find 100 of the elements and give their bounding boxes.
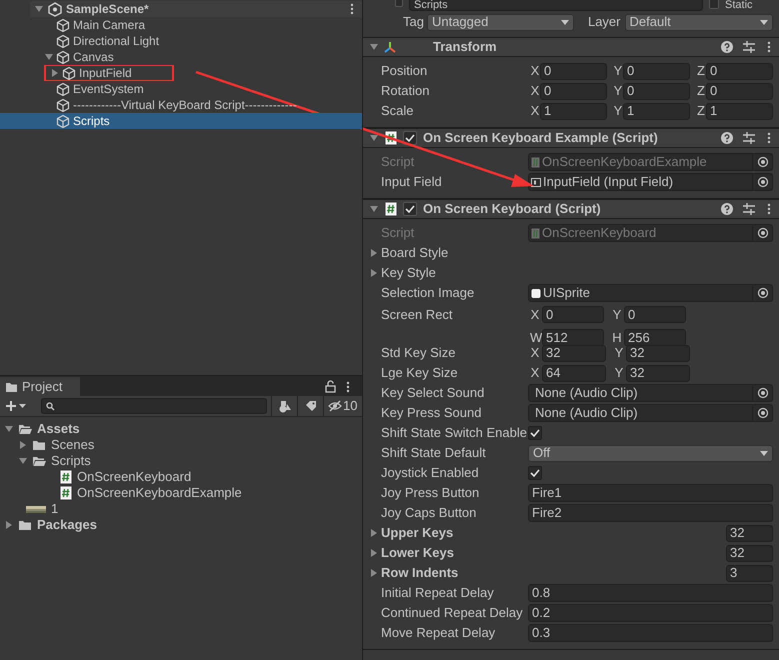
axis-label: Y xyxy=(613,82,623,100)
object-field[interactable]: InputField (Input Field) xyxy=(528,173,773,191)
cube-icon xyxy=(56,18,70,32)
object-field[interactable]: UISprite xyxy=(528,284,773,302)
number-field[interactable]: 1 xyxy=(706,102,773,120)
axis-label: X xyxy=(530,306,540,324)
hidden-packages-button[interactable]: 10 xyxy=(323,396,362,416)
text-field[interactable]: Fire2 xyxy=(528,504,773,522)
dropdown[interactable]: Off xyxy=(528,444,773,462)
hierarchy-item[interactable]: InputField xyxy=(0,65,362,81)
property-label: Input Field xyxy=(381,173,443,192)
more-options-icon xyxy=(767,132,771,144)
object-name: ------------Virtual KeyBoard Script------------- xyxy=(73,97,297,113)
component-title: On Screen Keyboard (Script) xyxy=(423,200,601,218)
more-options-icon xyxy=(767,41,771,53)
component-header[interactable]: On Screen Keyboard (Script) xyxy=(363,199,779,219)
search-field[interactable] xyxy=(41,398,267,414)
property-label: Board Style xyxy=(381,244,450,262)
name-field[interactable]: Scripts xyxy=(409,0,703,11)
project-item[interactable]: Assets xyxy=(0,421,362,437)
hierarchy-item[interactable]: Directional Light xyxy=(0,33,362,49)
text-field[interactable]: Fire1 xyxy=(528,484,773,502)
static-checkbox[interactable] xyxy=(709,0,719,9)
project-item[interactable]: Scenes xyxy=(0,437,362,453)
array-size-field[interactable]: 32 xyxy=(726,524,773,542)
axes-icon xyxy=(383,41,397,53)
cube-icon xyxy=(62,66,76,80)
object-name: Canvas xyxy=(73,49,114,65)
shapes-icon xyxy=(278,400,290,412)
property-label: Upper Keys xyxy=(381,524,454,542)
property-label: Joy Press Button xyxy=(381,484,480,502)
project-item[interactable]: OnScreenKeyboard xyxy=(0,469,362,485)
property-label: Scale xyxy=(381,102,415,120)
cube-icon xyxy=(56,98,70,112)
project-item[interactable]: Scripts xyxy=(0,453,362,469)
hierarchy-item[interactable]: Scripts xyxy=(0,113,362,129)
folder-icon xyxy=(5,380,18,392)
array-size-field[interactable]: 32 xyxy=(726,544,773,562)
component-header[interactable]: Transform xyxy=(363,37,779,57)
number-field[interactable]: 256 xyxy=(624,328,686,346)
enabled-checkbox[interactable] xyxy=(403,202,417,216)
hierarchy-item[interactable]: Canvas xyxy=(0,49,362,65)
number-field[interactable]: 32 xyxy=(626,364,690,382)
hierarchy-item[interactable]: EventSystem xyxy=(0,81,362,97)
cube-icon xyxy=(56,82,70,96)
project-item[interactable]: 1 xyxy=(0,501,362,517)
property-label: Shift State Switch Enable xyxy=(381,424,528,442)
property-label: Continued Repeat Delay xyxy=(381,604,524,622)
number-field[interactable]: 1 xyxy=(623,102,690,120)
dropdown-caret-icon xyxy=(760,450,768,456)
object-field[interactable]: None (Audio Clip) xyxy=(528,384,773,402)
property-label: Script xyxy=(381,153,416,172)
checkmark-icon xyxy=(405,204,415,214)
active-checkbox[interactable] xyxy=(395,0,403,7)
number-field[interactable]: 0 xyxy=(542,306,604,324)
enabled-checkbox[interactable] xyxy=(403,131,417,145)
tag-dropdown[interactable]: Untagged xyxy=(426,14,574,30)
number-field[interactable]: 32 xyxy=(542,344,606,362)
hidden-eye-icon xyxy=(328,400,342,412)
number-field[interactable]: 0 xyxy=(540,82,607,100)
property-label: Shift State Default xyxy=(381,444,487,462)
lock-icon xyxy=(325,380,336,393)
number-field[interactable]: 0 xyxy=(623,82,690,100)
more-options-icon xyxy=(350,3,354,15)
number-field[interactable]: 0 xyxy=(540,62,607,80)
checkbox[interactable] xyxy=(528,426,542,440)
array-size-field[interactable]: 3 xyxy=(726,564,773,582)
presets-icon xyxy=(743,41,755,53)
number-field[interactable]: 512 xyxy=(542,328,604,346)
layer-dropdown[interactable]: Default xyxy=(624,14,773,30)
object-name: Main Camera xyxy=(73,17,146,33)
text-field[interactable]: 0.8 xyxy=(528,584,773,602)
project-tab[interactable]: Project xyxy=(0,377,80,396)
text-field[interactable]: 0.3 xyxy=(528,624,773,642)
help-icon xyxy=(721,132,733,144)
checkbox[interactable] xyxy=(528,466,542,480)
property-label: Initial Repeat Delay xyxy=(381,584,495,602)
number-field[interactable]: 0 xyxy=(706,62,773,80)
number-field[interactable]: 64 xyxy=(542,364,606,382)
component-header[interactable]: On Screen Keyboard Example (Script) xyxy=(363,128,779,148)
axis-label: H xyxy=(612,328,622,346)
expanded-caret-icon xyxy=(369,204,379,214)
text-field[interactable]: 0.2 xyxy=(528,604,773,622)
property-label: Joy Caps Button xyxy=(381,504,478,522)
help-icon xyxy=(721,203,733,215)
object-field[interactable]: None (Audio Clip) xyxy=(528,404,773,422)
component-title: Transform xyxy=(433,38,497,56)
hierarchy-item[interactable]: Main Camera xyxy=(0,17,362,33)
project-item[interactable]: Packages xyxy=(0,517,362,533)
property-label: Screen Rect xyxy=(381,306,454,324)
axis-label: Y xyxy=(614,364,624,382)
property-label: Selection Image xyxy=(381,284,476,302)
checkmark-icon xyxy=(405,133,415,143)
number-field[interactable]: 1 xyxy=(540,102,607,120)
number-field[interactable]: 0 xyxy=(623,62,690,80)
number-field[interactable]: 0 xyxy=(624,306,686,324)
project-item[interactable]: OnScreenKeyboardExample xyxy=(0,485,362,501)
hierarchy-item[interactable]: ------------Virtual KeyBoard Script------------- xyxy=(0,97,362,113)
number-field[interactable]: 0 xyxy=(706,82,773,100)
number-field[interactable]: 32 xyxy=(626,344,690,362)
